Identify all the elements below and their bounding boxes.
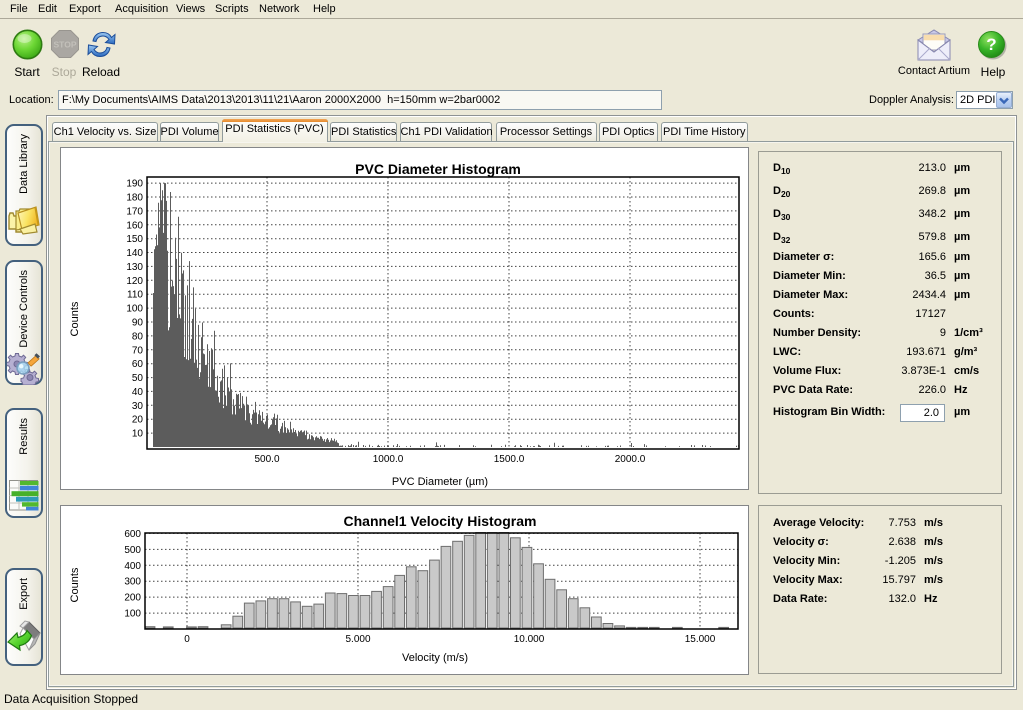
svg-text:150: 150 bbox=[126, 234, 143, 245]
svg-text:130: 130 bbox=[126, 262, 143, 273]
svg-text:1000.0: 1000.0 bbox=[373, 454, 404, 465]
svg-text:STOP: STOP bbox=[54, 40, 77, 50]
svg-text:600: 600 bbox=[124, 529, 141, 540]
svg-text:400: 400 bbox=[124, 561, 141, 572]
svg-text:?: ? bbox=[986, 35, 996, 54]
svg-text:Channel1 Velocity Histogram: Channel1 Velocity Histogram bbox=[344, 513, 537, 529]
svg-text:2000.0: 2000.0 bbox=[615, 454, 646, 465]
svg-text:500.0: 500.0 bbox=[254, 454, 279, 465]
svg-text:PVC Diameter Histogram: PVC Diameter Histogram bbox=[355, 161, 521, 177]
svg-text:Velocity (m/s): Velocity (m/s) bbox=[402, 652, 468, 664]
svg-text:190: 190 bbox=[126, 179, 143, 190]
svg-text:140: 140 bbox=[126, 248, 143, 259]
svg-text:170: 170 bbox=[126, 206, 143, 217]
svg-text:20: 20 bbox=[132, 415, 144, 426]
svg-text:160: 160 bbox=[126, 220, 143, 231]
svg-text:80: 80 bbox=[132, 331, 144, 342]
svg-text:180: 180 bbox=[126, 193, 143, 204]
svg-text:10.000: 10.000 bbox=[514, 634, 545, 645]
svg-text:200: 200 bbox=[124, 593, 141, 604]
svg-text:PVC Diameter (µm): PVC Diameter (µm) bbox=[392, 476, 488, 488]
svg-text:500: 500 bbox=[124, 545, 141, 556]
svg-text:1500.0: 1500.0 bbox=[494, 454, 525, 465]
svg-text:40: 40 bbox=[132, 387, 144, 398]
svg-text:50: 50 bbox=[132, 373, 144, 384]
svg-text:Counts: Counts bbox=[69, 567, 81, 602]
svg-text:Counts: Counts bbox=[69, 301, 81, 336]
svg-text:10: 10 bbox=[132, 429, 144, 440]
svg-text:60: 60 bbox=[132, 359, 144, 370]
svg-text:0: 0 bbox=[184, 634, 190, 645]
svg-text:90: 90 bbox=[132, 318, 144, 329]
svg-text:15.000: 15.000 bbox=[685, 634, 716, 645]
svg-text:120: 120 bbox=[126, 276, 143, 287]
svg-text:100: 100 bbox=[124, 609, 141, 620]
svg-text:110: 110 bbox=[127, 290, 143, 301]
svg-text:300: 300 bbox=[124, 577, 141, 588]
svg-text:100: 100 bbox=[126, 304, 143, 315]
svg-text:5.000: 5.000 bbox=[345, 634, 370, 645]
svg-text:30: 30 bbox=[132, 401, 144, 412]
svg-text:70: 70 bbox=[132, 345, 144, 356]
